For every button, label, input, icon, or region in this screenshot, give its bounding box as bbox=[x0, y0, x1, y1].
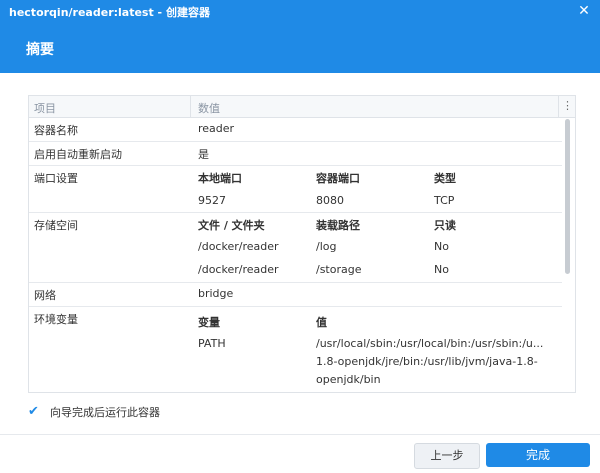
table-row: 网络 bridge bbox=[29, 283, 562, 307]
table-row: 环境变量 变量 值 PATH /usr/local/sbin:/usr/loca… bbox=[29, 307, 562, 391]
table-row: 启用自动重新启动 是 bbox=[29, 142, 562, 166]
port-local: 9527 bbox=[198, 194, 226, 207]
port-type: TCP bbox=[434, 194, 455, 207]
storage-file: /docker/reader bbox=[198, 263, 279, 276]
column-menu-icon[interactable]: ⋮ bbox=[562, 99, 573, 112]
window-title: hectorqin/reader:latest - 创建容器 bbox=[9, 6, 210, 19]
section-title: 摘要 bbox=[26, 42, 54, 58]
env-header-value: 值 bbox=[316, 316, 327, 329]
table-row: 端口设置 本地端口 容器端口 类型 9527 8080 TCP bbox=[29, 166, 562, 213]
port-header-container: 容器端口 bbox=[316, 172, 360, 185]
env-value-line: openjdk/bin bbox=[316, 373, 381, 386]
storage-header-mount: 装载路径 bbox=[316, 219, 360, 232]
table-header: 项目 数值 ⋮ bbox=[29, 96, 575, 118]
table-row: 存储空间 文件 / 文件夹 装载路径 只读 /docker/reader /lo… bbox=[29, 213, 562, 283]
row-value: reader bbox=[198, 122, 235, 135]
dialog-header: hectorqin/reader:latest - 创建容器 ✕ 摘要 bbox=[0, 0, 600, 73]
storage-file: /docker/reader bbox=[198, 240, 279, 253]
storage-readonly: No bbox=[434, 240, 449, 253]
env-value-line: /usr/local/sbin:/usr/local/bin:/usr/sbin… bbox=[316, 337, 544, 350]
close-icon[interactable]: ✕ bbox=[576, 3, 592, 19]
finish-button[interactable]: 完成 bbox=[486, 443, 590, 467]
row-label: 端口设置 bbox=[34, 172, 78, 185]
footer-divider bbox=[0, 434, 600, 435]
run-after-wizard-checkbox[interactable]: ✔ 向导完成后运行此容器 bbox=[28, 404, 160, 420]
row-label: 存储空间 bbox=[34, 219, 78, 232]
row-label: 环境变量 bbox=[34, 313, 78, 326]
table-row: 容器名称 reader bbox=[29, 118, 562, 142]
env-header-var: 变量 bbox=[198, 316, 220, 329]
storage-mount: /log bbox=[316, 240, 337, 253]
checkbox-label: 向导完成后运行此容器 bbox=[50, 406, 160, 419]
port-header-local: 本地端口 bbox=[198, 172, 242, 185]
column-header-item: 项目 bbox=[34, 102, 56, 115]
header-divider bbox=[558, 96, 559, 117]
row-value: bridge bbox=[198, 287, 234, 300]
column-header-value: 数值 bbox=[198, 102, 220, 115]
storage-readonly: No bbox=[434, 263, 449, 276]
port-container: 8080 bbox=[316, 194, 344, 207]
storage-header-file: 文件 / 文件夹 bbox=[198, 219, 265, 232]
storage-mount: /storage bbox=[316, 263, 362, 276]
row-label: 网络 bbox=[34, 289, 56, 302]
summary-table: 项目 数值 ⋮ 容器名称 reader 启用自动重新启动 是 端口设置 本地端口… bbox=[28, 95, 576, 393]
port-header-type: 类型 bbox=[434, 172, 456, 185]
previous-button[interactable]: 上一步 bbox=[414, 443, 480, 469]
header-divider bbox=[190, 96, 191, 117]
checkmark-icon[interactable]: ✔ bbox=[28, 405, 42, 419]
row-label: 启用自动重新启动 bbox=[34, 148, 122, 161]
env-value-line: 1.8-openjdk/jre/bin:/usr/lib/jvm/java-1.… bbox=[316, 355, 538, 368]
table-scrollbar[interactable] bbox=[565, 119, 570, 274]
storage-header-readonly: 只读 bbox=[434, 219, 456, 232]
row-value: 是 bbox=[198, 148, 209, 161]
row-label: 容器名称 bbox=[34, 124, 78, 137]
env-var: PATH bbox=[198, 337, 226, 350]
